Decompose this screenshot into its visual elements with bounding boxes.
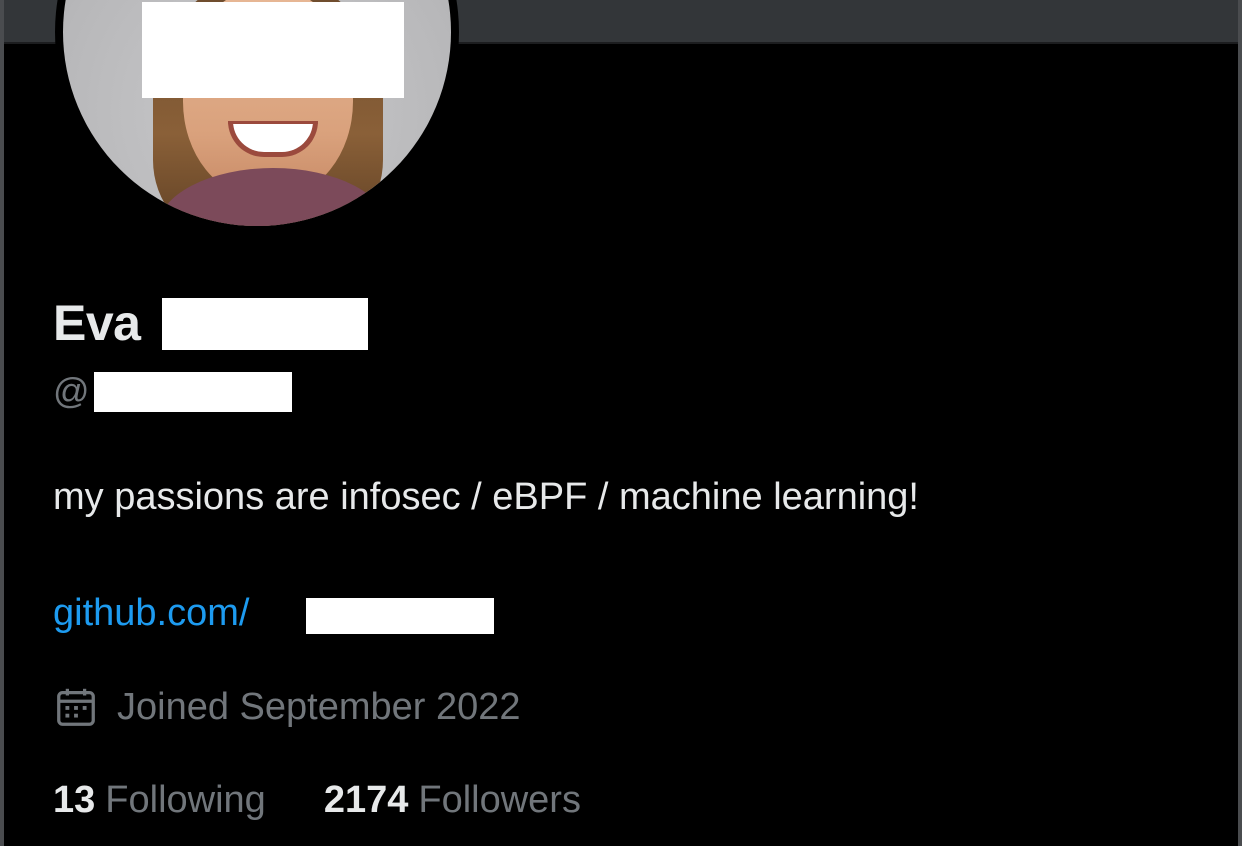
window-edge-right <box>1238 0 1242 846</box>
website-link-text: github.com/ <box>53 592 250 634</box>
handle: @ <box>53 368 90 414</box>
bio: my passions are infosec / eBPF / machine… <box>53 476 919 518</box>
website-link[interactable]: github.com/ <box>53 588 249 638</box>
followers-link[interactable]: 2174 Followers <box>324 774 581 826</box>
calendar-icon <box>57 688 95 726</box>
window-edge-left <box>0 0 4 846</box>
redaction-avatar <box>142 2 404 98</box>
handle-prefix: @ <box>53 370 90 411</box>
followers-label: Followers <box>418 779 581 821</box>
following-link[interactable]: 13 Following <box>53 774 266 826</box>
redaction-handle <box>94 372 292 412</box>
profile-page: Eva @ my passions are infosec / eBPF / m… <box>0 0 1242 846</box>
display-name-text: Eva <box>53 295 141 351</box>
redaction-link <box>306 598 494 634</box>
follow-stats: 13 Following 2174 Followers <box>53 774 639 826</box>
redaction-surname <box>162 298 368 350</box>
followers-count: 2174 <box>323 779 409 821</box>
following-count: 13 <box>53 779 96 821</box>
joined-text: Joined September 2022 <box>117 685 521 728</box>
display-name: Eva <box>53 292 141 354</box>
following-label: Following <box>105 779 266 821</box>
joined-date: Joined September 2022 <box>53 680 521 734</box>
